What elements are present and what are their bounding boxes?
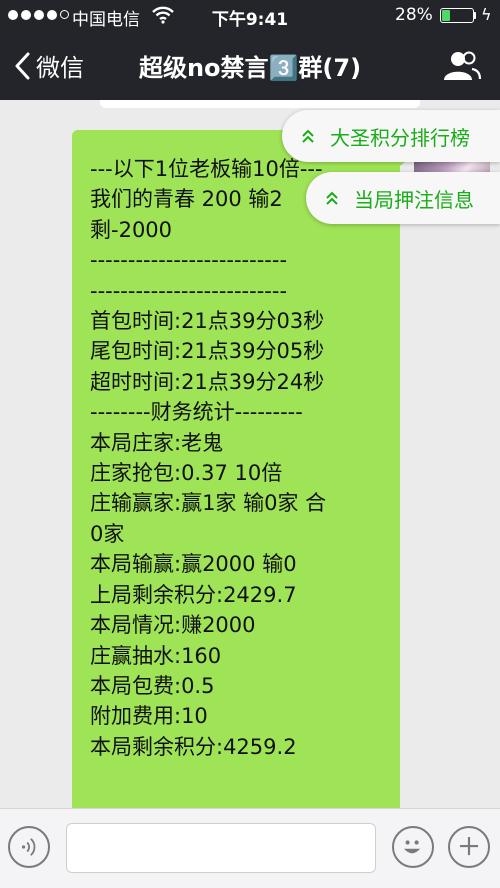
battery-icon [440, 8, 474, 23]
bet-info-tab-label: 当局押注信息 [354, 187, 474, 212]
input-bar [0, 808, 500, 888]
message-line: 本局包费:0.5 [90, 673, 215, 698]
battery-cap [474, 12, 476, 19]
voice-icon [21, 838, 36, 856]
message-line: 庄家抢包:0.37 10倍 [90, 461, 283, 486]
emoji-button[interactable] [392, 826, 434, 868]
message-line: -------------------------- [90, 248, 288, 273]
bet-info-tab[interactable]: 当局押注信息 [306, 172, 500, 224]
leaderboard-tab[interactable]: 大圣积分排行榜 [282, 110, 500, 162]
voice-button[interactable] [8, 826, 50, 868]
message-line: 本局庄家:老鬼 [90, 430, 224, 455]
message-line: 附加费用:10 [90, 704, 208, 729]
more-button[interactable] [448, 826, 490, 868]
message-input[interactable] [66, 823, 376, 873]
leaderboard-tab-label: 大圣积分排行榜 [330, 125, 470, 150]
nav-bar: 微信 超级no禁言3️⃣群(7) [0, 32, 500, 100]
emoji-icon [403, 840, 421, 854]
message-line: 本局输赢:赢2000 输0 [90, 552, 297, 577]
message-line: 庄赢抽水:160 [90, 643, 222, 668]
chat-area[interactable]: ---以下1位老板输10倍--- 我们的青春 200 输2 剩-2000 ---… [0, 100, 500, 808]
double-chevron-up-icon [302, 129, 314, 143]
top-bar: 中国电信 下午9:41 28% ϟ 微信 超级no禁言3️⃣群(7) [0, 0, 500, 100]
message-line: 庄输赢家:赢1家 输0家 合 [90, 491, 327, 516]
message-line: 本局剩余积分:4259.2 [90, 734, 297, 759]
previous-message-bubble [100, 100, 420, 108]
message-line: 0家 [90, 521, 125, 546]
message-line: 超时时间:21点39分24秒 [90, 369, 325, 394]
message-bubble[interactable]: ---以下1位老板输10倍--- 我们的青春 200 输2 剩-2000 ---… [72, 130, 400, 808]
message-line: -------------------------- [90, 278, 288, 303]
chat-title: 超级no禁言3️⃣群(7) [138, 54, 362, 82]
charging-icon: ϟ [481, 5, 492, 24]
group-members-button[interactable] [442, 50, 482, 82]
battery-percent: 28% [395, 5, 433, 25]
message-line: 本局情况:赚2000 [90, 613, 256, 638]
double-chevron-up-icon [326, 191, 338, 205]
plus-icon [459, 837, 479, 856]
status-bar: 中国电信 下午9:41 28% ϟ [0, 0, 500, 32]
message-line: --------财务统计--------- [90, 400, 303, 425]
message-line: 首包时间:21点39分03秒 [90, 309, 325, 334]
message-line: 上局剩余积分:2429.7 [90, 582, 297, 607]
battery-fill [442, 10, 450, 21]
message-line: 尾包时间:21点39分05秒 [90, 339, 325, 364]
